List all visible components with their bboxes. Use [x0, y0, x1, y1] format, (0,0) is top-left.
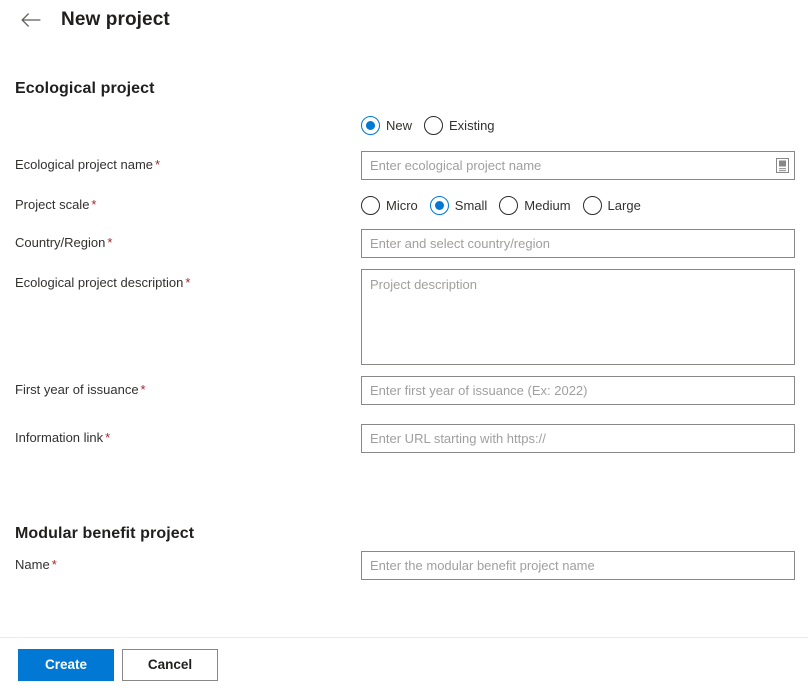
ecological-project-description-textarea[interactable] — [361, 269, 795, 365]
form-label-information-link: Information link * — [15, 424, 361, 446]
form-control-ecological-project-description — [361, 269, 795, 365]
radio-project-mode-new[interactable]: New — [361, 116, 412, 135]
ecological-project-name-input[interactable] — [361, 151, 795, 180]
label-text: First year of issuance — [15, 382, 139, 397]
label-text: Information link — [15, 430, 104, 445]
radio-mark-icon — [429, 196, 449, 215]
form-control-country-region — [361, 229, 795, 258]
create-button[interactable]: Create — [18, 648, 114, 681]
radio-project-mode-existing[interactable]: Existing — [424, 116, 495, 135]
textfield-wrapper — [361, 151, 795, 180]
section-heading-ecological-project: Ecological project — [15, 80, 155, 97]
form-row-ecological-project-name: Ecological project name * — [0, 151, 808, 180]
first-year-of-issuance-input[interactable] — [361, 376, 795, 405]
radio-project-scale-large[interactable]: Large — [582, 196, 641, 215]
required-asterisk: * — [155, 157, 161, 172]
form-label-project-scale: Project scale * — [15, 191, 361, 213]
form-row-ecological-project-description: Ecological project description * — [0, 269, 808, 365]
radio-label: Large — [607, 198, 641, 213]
radio-label: Medium — [524, 198, 571, 213]
radio-mark-icon — [582, 196, 602, 215]
label-text: Ecological project description — [15, 275, 184, 290]
label-text: Project scale — [15, 197, 90, 212]
radio-group-project-scale: Micro Small Medium Large — [361, 191, 641, 220]
form-scroll-area[interactable]: Ecological project New Existing Ecologic… — [0, 40, 808, 637]
form-row-project-scale: Project scale * Micro Small Medium Large — [0, 191, 808, 220]
form-label-ecological-project-name: Ecological project name * — [15, 151, 361, 173]
radio-label: Existing — [449, 118, 495, 133]
form-label-country-region: Country/Region * — [15, 229, 361, 251]
document-picker-icon[interactable] — [774, 157, 790, 175]
section-heading-modular-benefit-project: Modular benefit project — [15, 525, 195, 542]
footer-action-bar: Create Cancel — [0, 638, 808, 691]
required-asterisk: * — [185, 275, 191, 290]
radio-project-scale-small[interactable]: Small — [429, 196, 488, 215]
form-row-country-region: Country/Region * — [0, 229, 808, 258]
form-label-first-year-of-issuance: First year of issuance * — [15, 376, 361, 398]
form-control-ecological-project-name — [361, 151, 795, 180]
modular-benefit-project-name-input[interactable] — [361, 551, 795, 580]
radio-label: New — [386, 118, 413, 133]
label-text: Country/Region — [15, 235, 106, 250]
radio-mark-icon — [361, 196, 380, 215]
form-row-project-mode: New Existing — [0, 111, 808, 140]
label-text: Ecological project name — [15, 157, 154, 172]
information-link-input[interactable] — [361, 424, 795, 453]
form-control-modular-benefit-project-name — [361, 551, 795, 580]
label-text: Name — [15, 557, 50, 572]
radio-project-scale-medium[interactable]: Medium — [499, 196, 571, 215]
form-label-project-mode — [15, 111, 361, 117]
radio-mark-icon — [361, 116, 380, 135]
required-asterisk: * — [105, 430, 111, 445]
form-label-modular-benefit-project-name: Name * — [15, 551, 361, 573]
form-control-first-year-of-issuance — [361, 376, 795, 405]
form-control-information-link — [361, 424, 795, 453]
back-arrow-icon[interactable] — [18, 7, 44, 33]
form-row-modular-benefit-project-name: Name * — [0, 551, 808, 580]
page-title: New project — [61, 9, 170, 30]
form-control-project-scale: Micro Small Medium Large — [361, 191, 641, 220]
cancel-button[interactable]: Cancel — [122, 648, 218, 681]
form-control-project-mode: New Existing — [361, 111, 495, 140]
radio-mark-icon — [499, 196, 519, 215]
radio-label: Small — [454, 198, 488, 213]
required-asterisk: * — [140, 382, 146, 397]
radio-label: Micro — [386, 198, 418, 213]
country-region-input[interactable] — [361, 229, 795, 258]
form-row-first-year-of-issuance: First year of issuance * — [0, 376, 808, 405]
radio-group-project-mode: New Existing — [361, 111, 495, 140]
required-asterisk: * — [107, 235, 113, 250]
required-asterisk: * — [51, 557, 57, 572]
form-row-information-link: Information link * — [0, 424, 808, 453]
radio-project-scale-micro[interactable]: Micro — [361, 196, 418, 215]
page-header: New project — [0, 0, 808, 40]
form-label-ecological-project-description: Ecological project description * — [15, 269, 361, 291]
radio-mark-icon — [424, 116, 444, 135]
required-asterisk: * — [91, 197, 97, 212]
